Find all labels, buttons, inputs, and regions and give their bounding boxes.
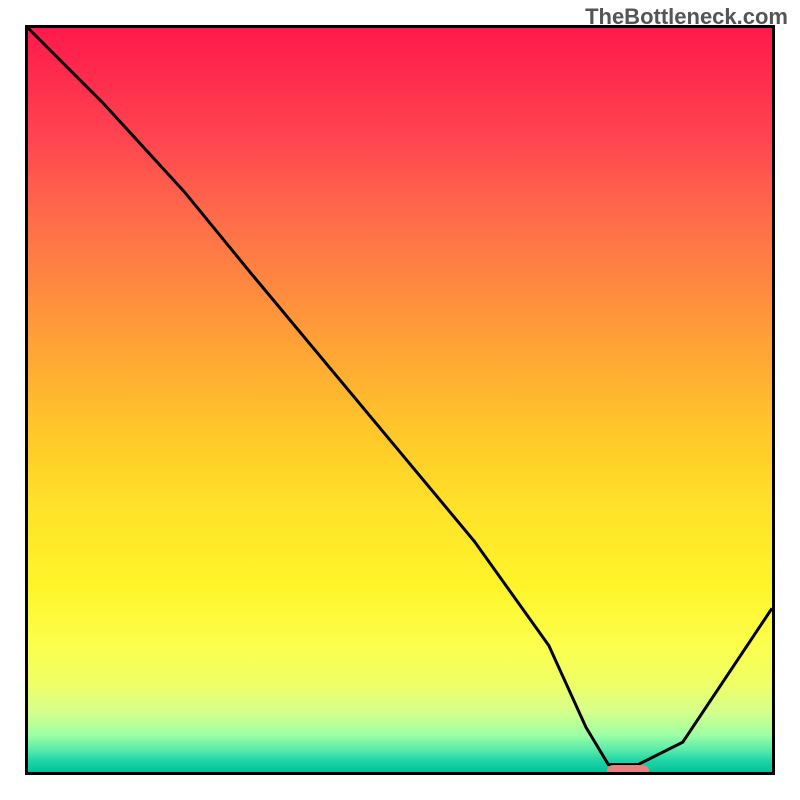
chart-area [25,25,775,775]
watermark-text: TheBottleneck.com [585,4,788,30]
optimal-point-marker [607,765,649,776]
bottleneck-curve [28,28,772,772]
